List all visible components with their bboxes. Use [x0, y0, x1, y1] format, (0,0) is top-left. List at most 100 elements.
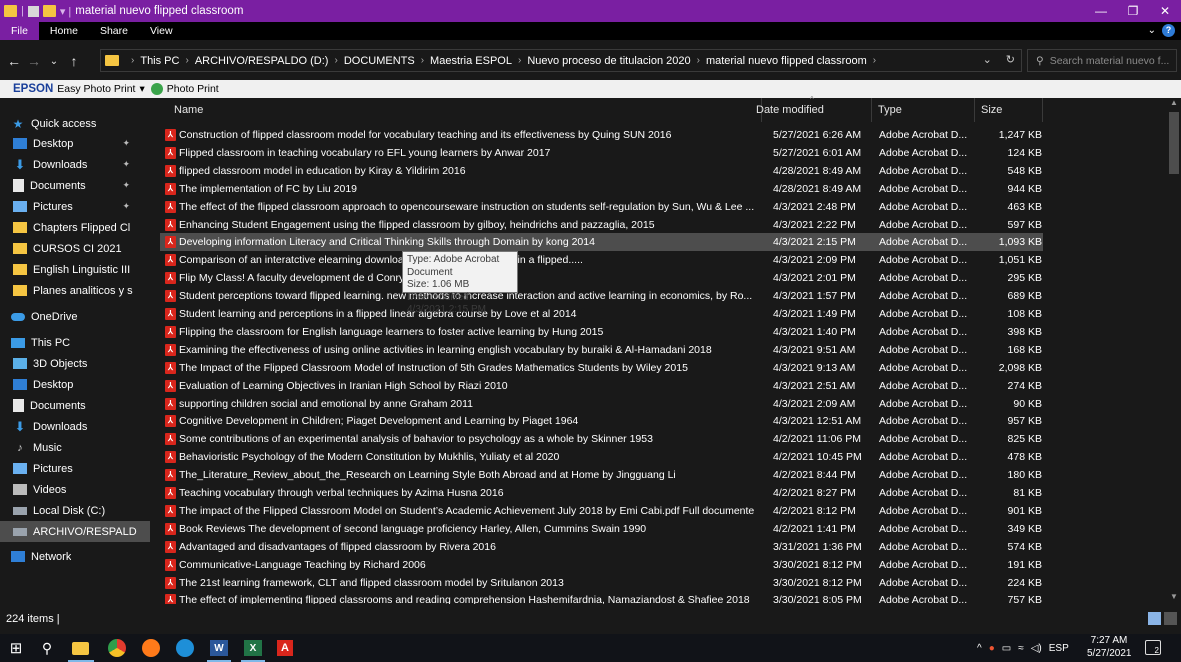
breadcrumb-this-pc[interactable]: This PC [140, 55, 179, 67]
nav-downloads-pinned[interactable]: ⬇ Downloads ✦ [13, 154, 150, 175]
refresh-icon[interactable]: ↻ [1006, 53, 1015, 66]
file-row[interactable]: ⅄ Examining the effectiveness of using on… [160, 341, 1043, 359]
address-dropdown-icon[interactable]: ⌄ [983, 53, 992, 66]
expand-ribbon-icon[interactable]: ⌄ [1148, 25, 1156, 36]
file-row[interactable]: ⅄ flipped classroom model in education by… [160, 162, 1043, 180]
nav-pictures[interactable]: Pictures [13, 458, 73, 479]
photo-print-button[interactable]: Photo Print [167, 83, 219, 95]
column-name[interactable]: Name [168, 98, 762, 122]
file-row[interactable]: ⅄ The 21st learning framework, CLT and fl… [160, 574, 1043, 592]
file-row[interactable]: ⅄ The effect of the flipped classroom app… [160, 198, 1043, 216]
file-row[interactable]: ⅄ Book Reviews The development of second … [160, 520, 1043, 538]
security-icon[interactable]: ● [989, 643, 995, 654]
close-button[interactable]: ✕ [1149, 0, 1181, 22]
nav-this-pc[interactable]: This PC [11, 332, 70, 353]
windows-start-icon[interactable]: ⊞ [6, 638, 26, 658]
up-arrow-icon[interactable]: ↑ [64, 53, 84, 69]
search-input[interactable]: ⚲ Search material nuevo f... [1027, 49, 1177, 72]
file-row[interactable]: ⅄ Evaluation of Learning Objectives in Ir… [160, 377, 1043, 395]
column-type[interactable]: Type [872, 98, 975, 122]
nav-videos[interactable]: Videos [13, 479, 66, 500]
file-row[interactable]: ⅄ Flip My Class! A faculty development de… [160, 269, 1043, 287]
search-icon[interactable]: ⚲ [37, 638, 57, 658]
help-icon[interactable]: ? [1162, 24, 1175, 37]
nav-quick-access[interactable]: ★ Quick access [11, 113, 97, 134]
new-folder-icon[interactable] [42, 5, 56, 17]
firefox-icon[interactable] [142, 639, 160, 657]
large-icons-view-icon[interactable] [1164, 612, 1177, 625]
file-row[interactable]: ⅄ Student learning and perceptions in a f… [160, 305, 1043, 323]
file-explorer-icon[interactable] [72, 642, 89, 655]
volume-icon[interactable]: ◁) [1031, 643, 1042, 654]
column-date-modified[interactable]: Date modified [750, 98, 872, 122]
file-row[interactable]: ⅄ Comparison of an interatctive elearning… [160, 251, 1043, 269]
minimize-button[interactable]: — [1085, 0, 1117, 22]
file-row[interactable]: ⅄ Advantaged and disadvantages of flipped… [160, 538, 1043, 556]
back-arrow-icon[interactable]: ← [4, 53, 24, 69]
nav-cursos-ci[interactable]: CURSOS CI 2021 [13, 238, 150, 259]
nav-3d-objects[interactable]: 3D Objects [13, 353, 87, 374]
scroll-up-icon[interactable]: ▲ [1167, 98, 1181, 110]
clock[interactable]: 7:27 AM 5/27/2021 [1087, 635, 1132, 660]
nav-onedrive[interactable]: OneDrive [11, 306, 77, 327]
acrobat-icon[interactable]: A [277, 640, 293, 656]
nav-desktop-pinned[interactable]: Desktop ✦ [13, 133, 150, 154]
column-size[interactable]: Size [975, 98, 1043, 122]
show-hidden-icons-icon[interactable]: ^ [977, 643, 982, 654]
nav-downloads[interactable]: ⬇ Downloads [13, 416, 88, 437]
nav-desktop[interactable]: Desktop [13, 374, 73, 395]
file-row[interactable]: ⅄ Teaching vocabulary through verbal tech… [160, 484, 1043, 502]
chrome-icon[interactable] [108, 639, 126, 657]
easy-photo-print-dropdown[interactable]: ▾ [139, 83, 144, 95]
details-view-icon[interactable] [1148, 612, 1161, 625]
file-row[interactable]: ⅄ Flipped classroom in teaching vocabular… [160, 144, 1043, 162]
nav-planes-analiticos[interactable]: Planes analiticos y s [13, 280, 150, 301]
address-bar[interactable]: › This PC › ARCHIVO/RESPALDO (D:) › DOCU… [100, 49, 1022, 72]
nav-archivo-respaldo[interactable]: ARCHIVO/RESPALD [0, 521, 150, 542]
restore-button[interactable]: ❐ [1117, 0, 1149, 22]
file-row[interactable]: ⅄ Behavioristic Psychology of the Modern … [160, 448, 1043, 466]
nav-chapters-flipped[interactable]: Chapters Flipped Cl [13, 217, 150, 238]
file-row[interactable]: ⅄ Developing information Literacy and Cri… [160, 233, 1043, 252]
file-row[interactable]: ⅄ The impact of the Flipped Classroom Mod… [160, 502, 1043, 520]
scroll-down-icon[interactable]: ▼ [1167, 592, 1181, 604]
battery-icon[interactable]: ▭ [1002, 643, 1011, 654]
recent-locations-icon[interactable]: ⌄ [44, 56, 64, 67]
notifications-icon[interactable]: 2 [1145, 640, 1161, 655]
forward-arrow-icon[interactable]: → [24, 53, 44, 69]
customize-quick-access-icon[interactable]: ▾ | [60, 5, 71, 18]
tab-view[interactable]: View [139, 22, 184, 40]
file-row[interactable]: ⅄ Construction of flipped classroom model… [160, 126, 1043, 144]
nav-music[interactable]: ♪ Music [13, 437, 61, 458]
nav-network[interactable]: Network [11, 546, 71, 567]
nav-pictures-pinned[interactable]: Pictures ✦ [13, 196, 150, 217]
tab-file[interactable]: File [0, 22, 39, 40]
file-row[interactable]: ⅄ The implementation of FC by Liu 2019 4/2… [160, 180, 1043, 198]
tab-share[interactable]: Share [89, 22, 139, 40]
file-row[interactable]: ⅄ Student perceptions toward flipped lear… [160, 287, 1043, 305]
breadcrumb-documents[interactable]: DOCUMENTS [344, 55, 415, 67]
nav-documents-pinned[interactable]: Documents ✦ [13, 175, 150, 196]
word-icon[interactable]: W [210, 640, 228, 656]
breadcrumb-current-folder[interactable]: material nuevo flipped classroom [706, 55, 867, 67]
file-row[interactable]: ⅄ Cognitive Development in Children; Piag… [160, 412, 1043, 430]
breadcrumb-drive[interactable]: ARCHIVO/RESPALDO (D:) [195, 55, 329, 67]
file-row[interactable]: ⅄ supporting children social and emotiona… [160, 395, 1043, 413]
tab-home[interactable]: Home [39, 22, 89, 40]
wifi-icon[interactable]: ≈ [1018, 643, 1024, 654]
vertical-scrollbar[interactable]: ▲ ▼ [1167, 98, 1181, 604]
edge-icon[interactable] [176, 639, 194, 657]
file-row[interactable]: ⅄ Some contributions of an experimental a… [160, 430, 1043, 448]
language-indicator[interactable]: ESP [1049, 643, 1069, 654]
file-row[interactable]: ⅄ Flipping the classroom for English lang… [160, 323, 1043, 341]
breadcrumb-maestria[interactable]: Maestria ESPOL [430, 55, 512, 67]
excel-icon[interactable]: X [244, 640, 262, 656]
breadcrumb-proceso[interactable]: Nuevo proceso de titulacion 2020 [527, 55, 690, 67]
file-row[interactable]: ⅄ The Impact of the Flipped Classroom Mod… [160, 359, 1043, 377]
file-row[interactable]: ⅄ Communicative-Language Teaching by Rich… [160, 556, 1043, 574]
scroll-thumb[interactable] [1169, 112, 1179, 174]
easy-photo-print-button[interactable]: Easy Photo Print [57, 83, 135, 95]
nav-documents[interactable]: Documents [13, 395, 86, 416]
properties-icon[interactable] [27, 5, 39, 17]
file-row[interactable]: ⅄ The_Literature_Review_about_the_Researc… [160, 466, 1043, 484]
